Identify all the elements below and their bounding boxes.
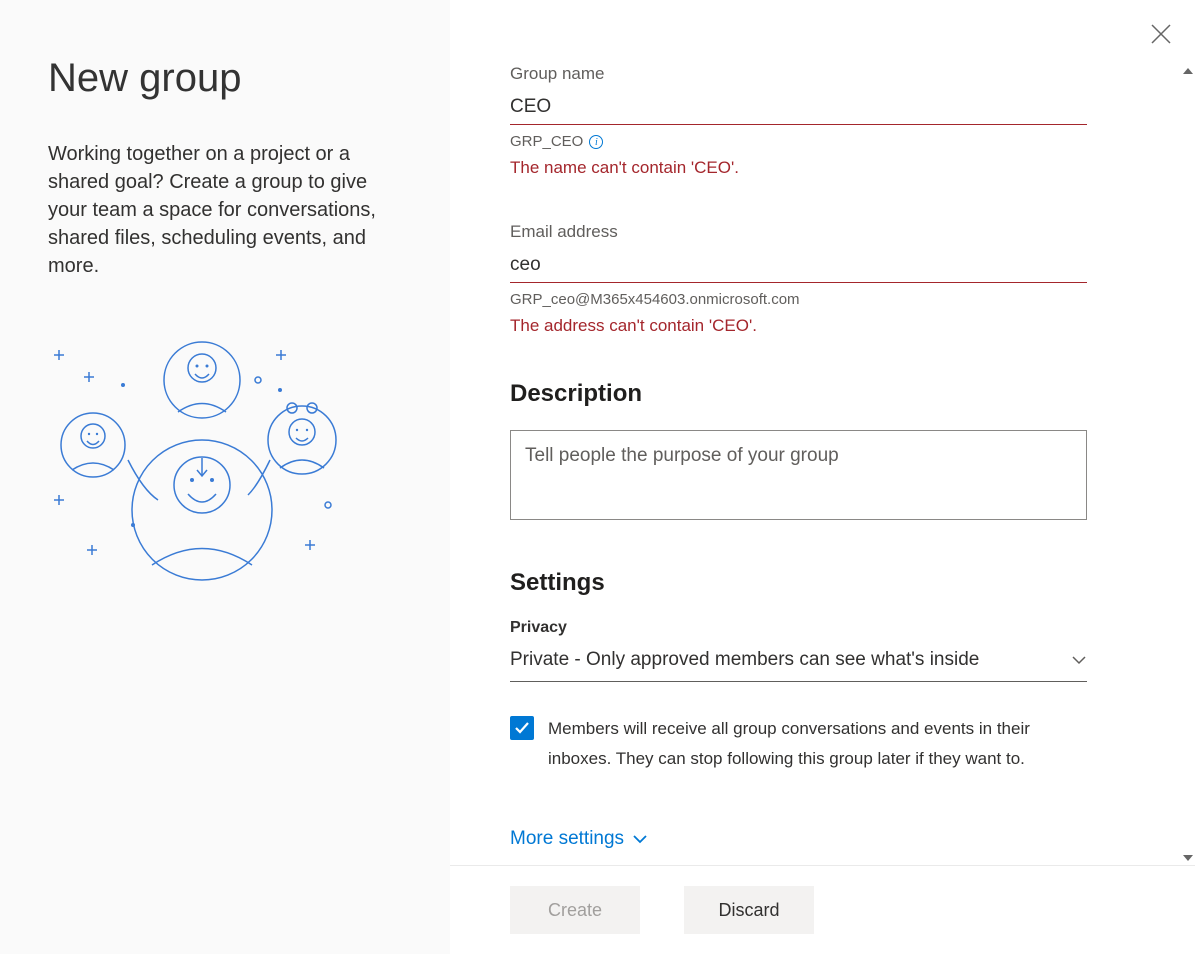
group-name-input[interactable]: [510, 90, 1087, 125]
group-name-label: Group name: [510, 64, 1087, 84]
privacy-value: Private - Only approved members can see …: [510, 649, 979, 671]
subscribe-label: Members will receive all group conversat…: [548, 714, 1087, 774]
group-name-hint-row: GRP_CEO i: [510, 133, 1087, 150]
dialog-footer: Create Discard: [450, 865, 1195, 954]
scroll-up-icon: [1183, 68, 1193, 74]
page-intro: Working together on a project or a share…: [48, 140, 388, 280]
group-name-field: Group name GRP_CEO i The name can't cont…: [510, 64, 1087, 178]
create-button[interactable]: Create: [510, 886, 640, 934]
more-settings-toggle[interactable]: More settings: [510, 828, 1087, 850]
description-heading: Description: [510, 380, 1087, 408]
privacy-select[interactable]: Private - Only approved members can see …: [510, 643, 1087, 682]
email-input[interactable]: [510, 248, 1087, 283]
chevron-down-icon: [1071, 652, 1087, 668]
subscribe-row: Members will receive all group conversat…: [510, 714, 1087, 774]
right-pane: Group name GRP_CEO i The name can't cont…: [450, 0, 1195, 954]
settings-section: Settings Privacy Private - Only approved…: [510, 569, 1087, 850]
email-field: Email address GRP_ceo@M365x454603.onmicr…: [510, 222, 1087, 336]
chevron-down-icon: [632, 831, 648, 847]
page-title: New group: [48, 56, 406, 100]
description-input[interactable]: [510, 430, 1087, 520]
checkmark-icon: [514, 720, 530, 736]
form-area: Group name GRP_CEO i The name can't cont…: [450, 0, 1195, 865]
email-label: Email address: [510, 222, 1087, 242]
left-pane: New group Working together on a project …: [0, 0, 450, 954]
info-icon[interactable]: i: [589, 135, 603, 149]
email-hint-row: GRP_ceo@M365x454603.onmicrosoft.com: [510, 291, 1087, 308]
scrollbar[interactable]: [1181, 64, 1195, 865]
group-illustration: [48, 340, 388, 595]
discard-button[interactable]: Discard: [684, 886, 814, 934]
email-resolved: GRP_ceo@M365x454603.onmicrosoft.com: [510, 291, 800, 308]
privacy-label: Privacy: [510, 619, 1087, 637]
email-error: The address can't contain 'CEO'.: [510, 316, 1087, 336]
new-group-dialog: New group Working together on a project …: [0, 0, 1195, 954]
scroll-down-icon: [1183, 855, 1193, 861]
more-settings-label: More settings: [510, 828, 624, 850]
subscribe-checkbox[interactable]: [510, 716, 534, 740]
group-name-error: The name can't contain 'CEO'.: [510, 158, 1087, 178]
settings-heading: Settings: [510, 569, 1087, 597]
group-name-alias: GRP_CEO: [510, 133, 583, 150]
